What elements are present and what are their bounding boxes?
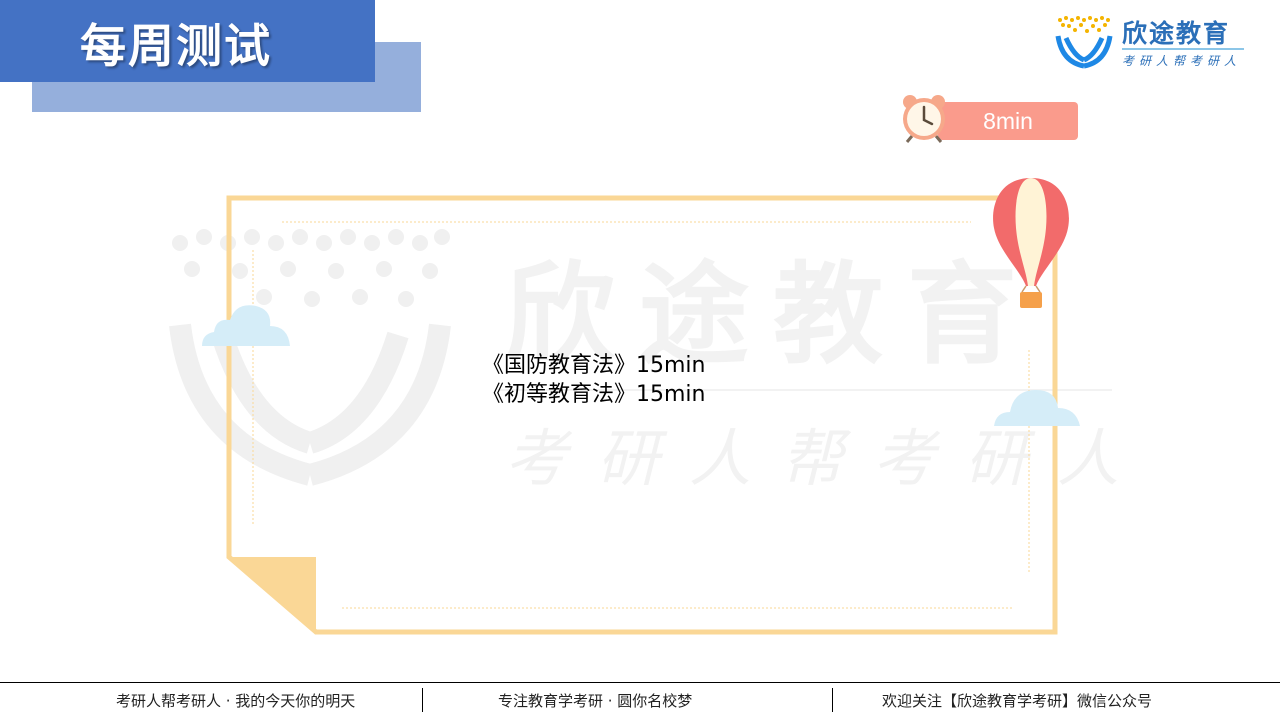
test-item: 《国防教育法》15min <box>482 353 706 378</box>
timer-label: 8min <box>983 108 1033 134</box>
logo-divider <box>1122 48 1244 50</box>
logo-name: 欣途教育 <box>1122 19 1231 48</box>
logo-leaf-icon <box>1055 35 1113 69</box>
hot-air-balloon-icon <box>993 178 1069 308</box>
footer-center-text: 专注教育学考研 · 圆你名校梦 <box>498 692 693 710</box>
footer-divider <box>0 682 1280 683</box>
footer-separator <box>422 688 423 712</box>
footer-left-text: 考研人帮考研人 · 我的今天你的明天 <box>116 692 356 710</box>
logo-dots-icon <box>1058 16 1110 33</box>
cloud-icon <box>994 390 1080 426</box>
footer-separator <box>832 688 833 712</box>
logo-slogan: 考研人帮考研人 <box>1122 54 1242 68</box>
footer-right-text: 欢迎关注【欣途教育学考研】微信公众号 <box>882 692 1153 710</box>
content-frame <box>226 195 1058 635</box>
alarm-clock-icon <box>903 95 945 143</box>
test-item: 《初等教育法》15min <box>482 382 706 407</box>
cloud-icon <box>202 305 290 346</box>
test-content: 《国防教育法》15min 《初等教育法》15min <box>482 351 705 409</box>
page-title: 每周测试 <box>80 19 272 73</box>
